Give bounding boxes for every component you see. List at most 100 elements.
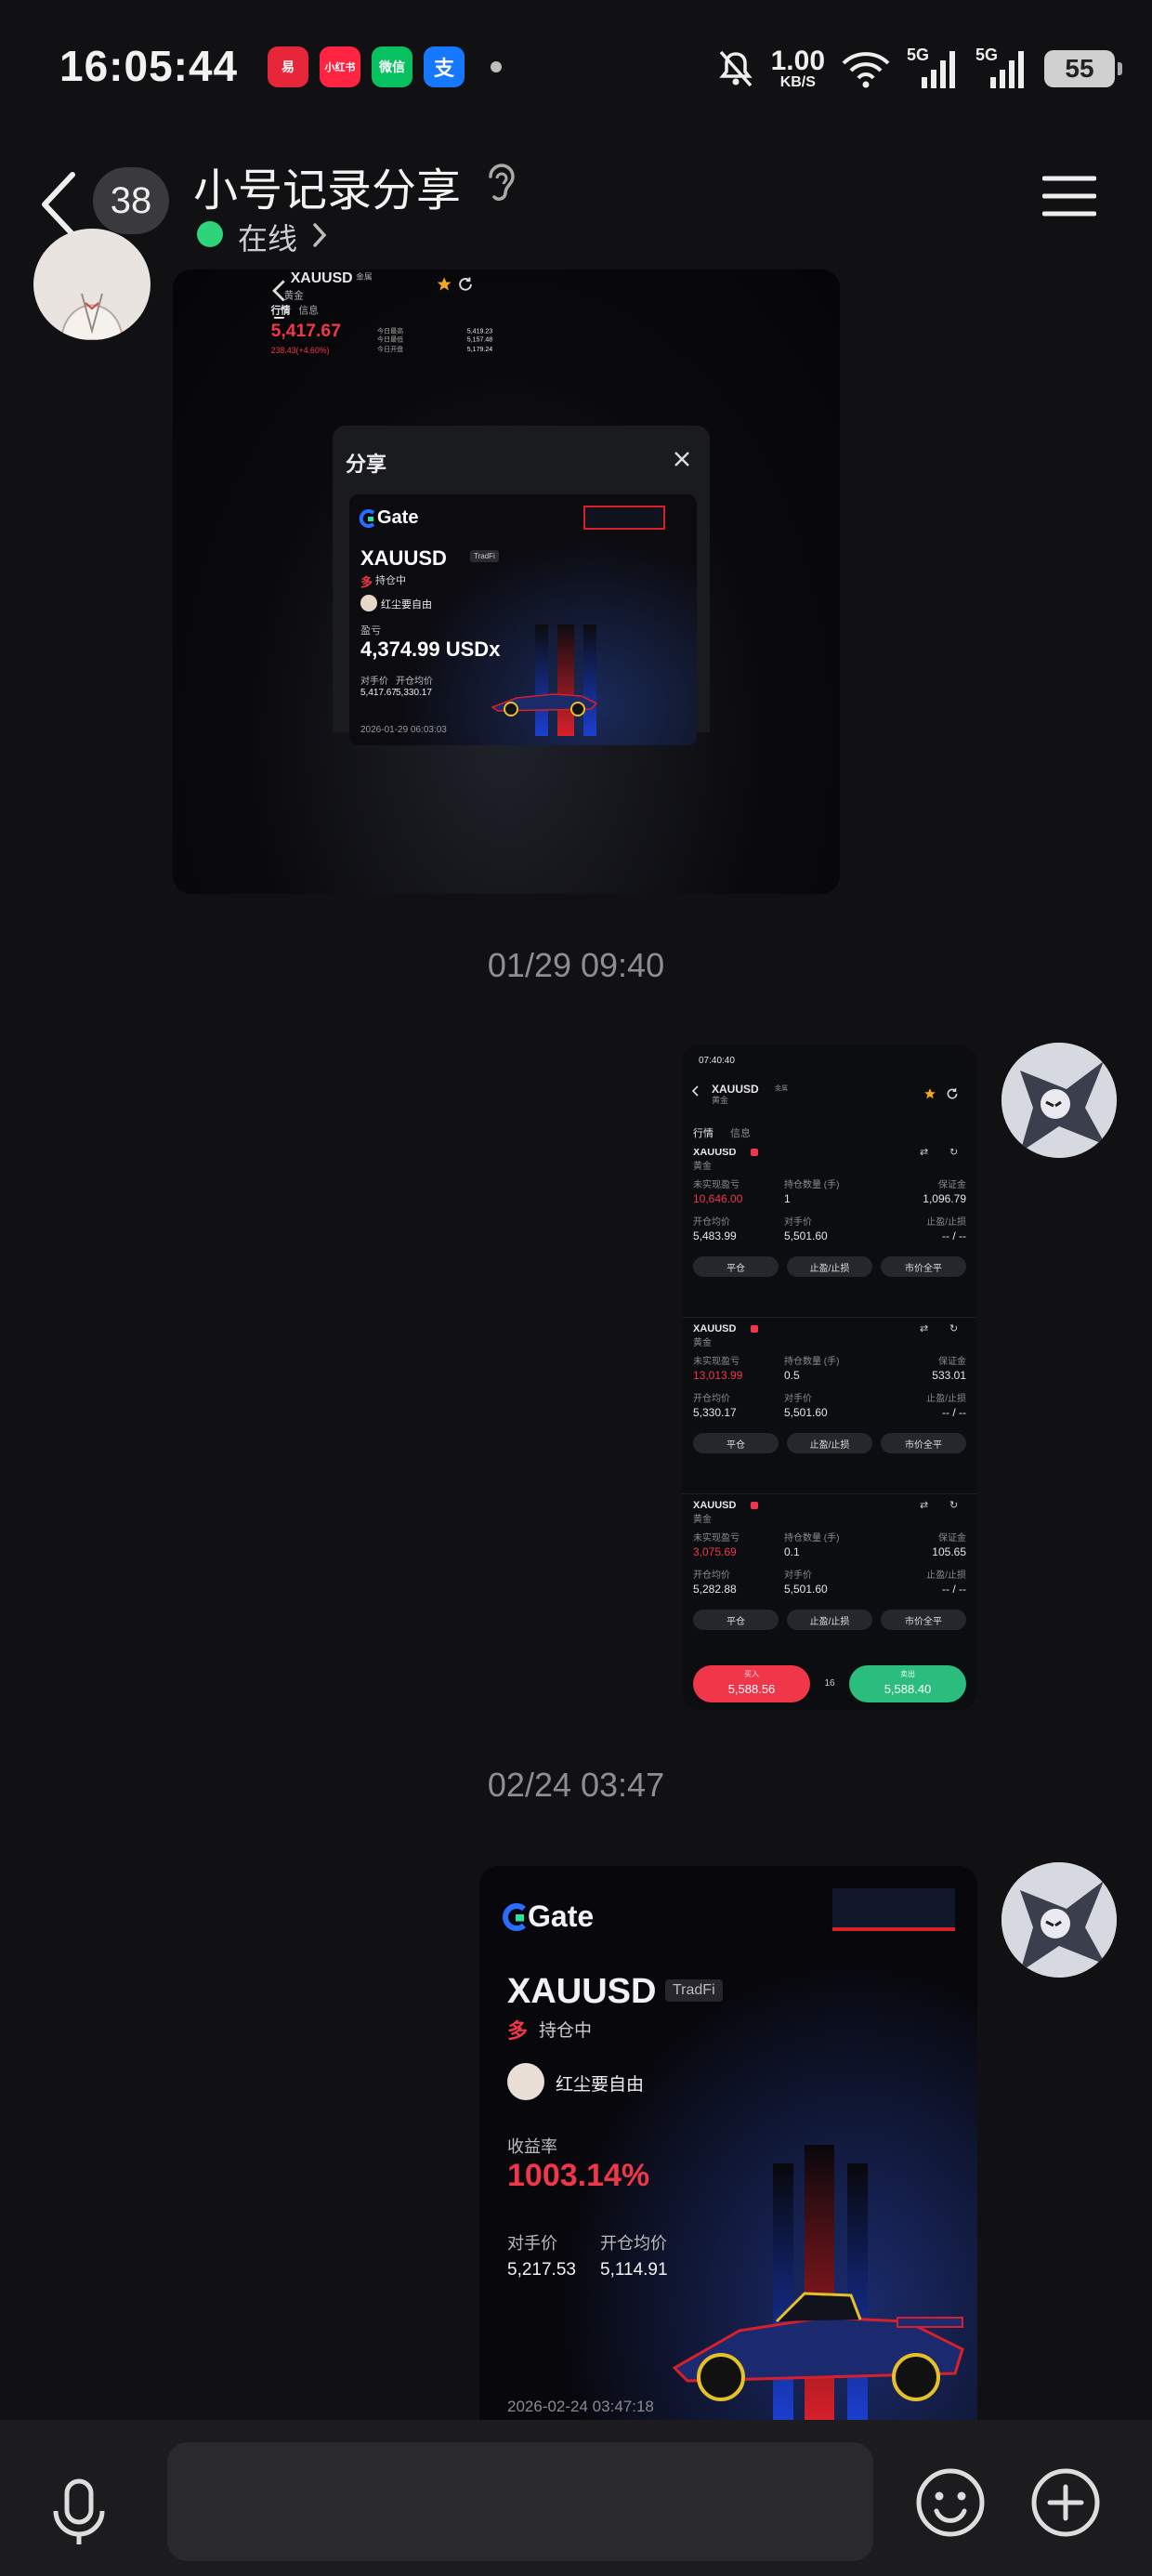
open-avg-label: 开仓均价 [693, 1394, 730, 1404]
stat-value: 5,157.48 [466, 335, 493, 344]
shared-image-3[interactable]: Gate XAUUSD TradFi 多 持仓中 红尘要自由 收益率 1003.… [479, 1866, 977, 2424]
oracle-redbull-logo [832, 1888, 955, 1931]
chat-title[interactable]: 小号记录分享 [193, 153, 461, 218]
market-close-all-button: 市价全平 [881, 1433, 966, 1453]
tpsl-value: -- / -- [942, 1406, 966, 1419]
share-icon: ↻ [949, 1149, 959, 1158]
message-input[interactable] [167, 2442, 873, 2561]
race-car-image [672, 2292, 964, 2401]
my-avatar[interactable] [1001, 1043, 1117, 1158]
share-modal: 分享 Gate XAUUSD TradFi 多 持仓中 红尘要自由 盈亏 4,3… [333, 426, 710, 745]
shot1-refresh-icon [459, 277, 472, 291]
counter-value: 5,501.60 [784, 1406, 828, 1419]
unrealized-label: 未实现盈亏 [693, 1357, 740, 1367]
user-avatar [507, 2063, 544, 2100]
online-status[interactable]: 在线 [238, 216, 297, 258]
emoji-icon[interactable] [914, 2466, 987, 2539]
margin-value: 1,096.79 [923, 1192, 966, 1205]
my-avatar[interactable] [1001, 1862, 1117, 1978]
unrealized-value: 10,646.00 [693, 1192, 743, 1205]
tpsl-button: 止盈/止损 [787, 1610, 872, 1630]
margin-label: 保证金 [938, 1180, 966, 1190]
adjust-icon: ⇄ [920, 1323, 929, 1334]
add-icon[interactable] [1029, 2466, 1102, 2539]
share-card-symbol: XAUUSD [360, 546, 447, 570]
counter-label: 对手价 [784, 1571, 812, 1581]
user-avatar [360, 595, 377, 611]
stat-value: 5,179.24 [466, 344, 493, 353]
counter-value: 5,501.60 [784, 1583, 828, 1596]
position-sub: 黄金 [693, 1515, 712, 1525]
market-close-all-button: 市价全平 [881, 1256, 966, 1277]
tpsl-value: -- / -- [942, 1229, 966, 1242]
tpsl-label: 止盈/止损 [926, 1217, 966, 1228]
input-bar [0, 2420, 1152, 2576]
share-card: Gate XAUUSD TradFi 多 持仓中 红尘要自由 盈亏 4,374.… [349, 494, 697, 745]
position-sub: 黄金 [693, 1162, 712, 1172]
sell-price: 5,588.40 [884, 1682, 932, 1696]
shared-image-2[interactable]: 07:40:40 XAUUSD 金属 黄金 行情 信息 XAUUSD 黄金 ⇄ ↻ 未实… [682, 1045, 977, 1710]
status-time: 16:05:44 [59, 42, 239, 90]
qty-label: 持仓数量 (手) [784, 1533, 840, 1544]
shared-image-1[interactable]: XAUUSD 金属 黄金 行情 信息 5,417.67 238.43(+4.60… [173, 269, 840, 894]
unrealized-value: 3,075.69 [693, 1545, 737, 1558]
shot2-tab-quote: 行情 [693, 1128, 713, 1139]
share-modal-title: 分享 [346, 453, 387, 476]
open-avg-label: 开仓均价 [693, 1217, 730, 1228]
margin-label: 保证金 [938, 1357, 966, 1367]
mute-icon [718, 50, 753, 87]
tpsl-label: 止盈/止损 [926, 1571, 966, 1581]
tpsl-button: 止盈/止损 [787, 1433, 872, 1453]
positions-list: XAUUSD 黄金 ⇄ ↻ 未实现盈亏 持仓数量 (手) 保证金 10,646.00 1 1,09… [682, 1149, 977, 1650]
chevron-right-icon[interactable] [310, 221, 329, 249]
open-price-value: 5,330.17 [396, 688, 432, 698]
qty-label: 持仓数量 (手) [784, 1180, 840, 1190]
share-card-brand: Gate [377, 507, 419, 528]
open-avg-value: 5,282.88 [693, 1583, 737, 1596]
open-price-label: 开仓均价 [600, 2234, 667, 2253]
net-speed-unit: KB/S [779, 74, 816, 90]
side-long: 多 [360, 575, 373, 589]
gate-logo-icon [359, 509, 375, 528]
app-notification-icon: 易 [268, 46, 308, 87]
shot1-symbol-badge: 金属 [356, 272, 373, 283]
sender-avatar[interactable] [33, 229, 151, 340]
side-long: 多 [507, 2019, 529, 2043]
pnl-value: 4,374.99 USDx [360, 637, 501, 661]
spread-value: 16 [824, 1678, 835, 1689]
shot1-star-icon [437, 277, 452, 291]
position-symbol: XAUUSD [693, 1149, 737, 1158]
position-flag-icon [751, 1149, 758, 1156]
shot1-tab-info: 信息 [298, 307, 319, 318]
adjust-icon: ⇄ [920, 1500, 929, 1511]
margin-label: 保证金 [938, 1533, 966, 1544]
shot2-symbol-badge: 金属 [775, 1085, 788, 1092]
position-row: XAUUSD 黄金 ⇄ ↻ 未实现盈亏 持仓数量 (手) 保证金 3,075.69 0.1 105… [682, 1494, 977, 1650]
menu-icon[interactable] [1042, 173, 1096, 219]
status-indicators: 1.00 KB/S 5G 5G 55 [715, 41, 1122, 97]
counter-value: 5,501.60 [784, 1229, 828, 1242]
shot2-tab-info: 信息 [730, 1128, 751, 1139]
share-card-brand: Gate [528, 1899, 595, 1933]
share-card-datetime: 2026-01-29 06:03:03 [360, 725, 447, 735]
position-row: XAUUSD 黄金 ⇄ ↻ 未实现盈亏 持仓数量 (手) 保证金 13,013.99 0.5 53… [682, 1318, 977, 1494]
cellular-signal-2-icon: 5G [975, 46, 1029, 92]
position-symbol: XAUUSD [693, 1500, 737, 1511]
open-price-label: 开仓均价 [396, 677, 433, 687]
roi-value: 1003.14% [507, 2158, 650, 2193]
shot2-sub: 黄金 [712, 1096, 729, 1105]
online-status-dot-icon [197, 221, 223, 247]
share-card-datetime: 2026-02-24 03:47:18 [507, 2398, 654, 2415]
tradfi-badge: TradFi [665, 1979, 723, 2002]
buy-button: 买入 5,588.56 [693, 1665, 810, 1702]
qty-value: 0.5 [784, 1369, 800, 1382]
shot1-sub: 黄金 [283, 292, 304, 303]
stat-label: 今日开盘 [377, 344, 404, 353]
ear-receiver-icon[interactable] [483, 160, 520, 206]
unread-count-badge[interactable]: 38 [93, 167, 169, 234]
microphone-icon[interactable] [46, 2477, 111, 2548]
shot2-back-icon [691, 1085, 699, 1097]
stat-value: 5,419.23 [466, 326, 493, 335]
message-timestamp: 02/24 03:47 [487, 1766, 665, 1804]
share-icon: ↻ [949, 1500, 959, 1511]
